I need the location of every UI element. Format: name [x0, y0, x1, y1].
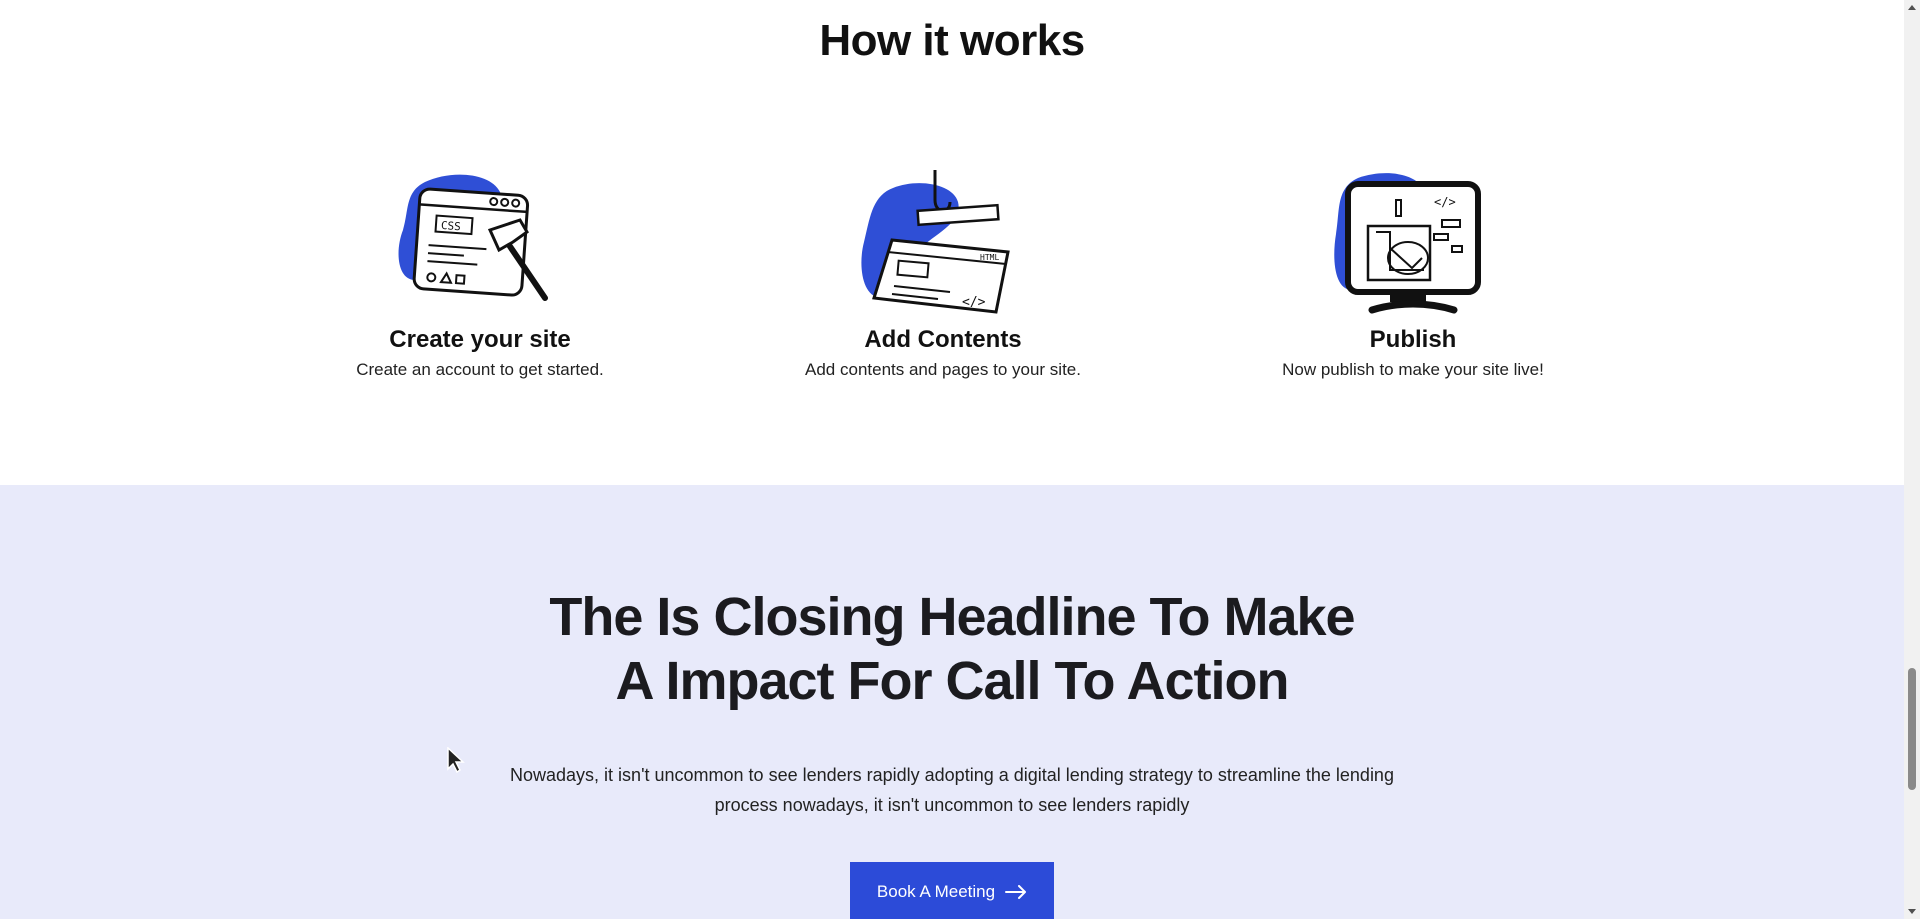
step-add-contents: HTML </> Add Contents Add contents and p…	[733, 170, 1153, 380]
step-description: Now publish to make your site live!	[1282, 360, 1544, 379]
code-tag-label: </>	[962, 295, 986, 310]
step-publish: </> Publish Now publish to make your sit…	[1203, 170, 1623, 380]
cta-section: The Is Closing Headline To Make A Impact…	[0, 485, 1904, 919]
mouse-cursor-icon	[447, 747, 465, 773]
vertical-scrollbar[interactable]	[1904, 0, 1920, 919]
step-title: Add Contents	[864, 326, 1022, 353]
monitor-publish-illustration: </>	[1334, 173, 1481, 314]
html-label: HTML	[980, 253, 999, 262]
cta-body-text: Nowadays, it isn't uncommon to see lende…	[510, 765, 1394, 815]
cta-headline-line-2: A Impact For Call To Action	[615, 651, 1289, 711]
step-create-site: CSS Create your site Create an account t…	[270, 170, 690, 380]
scrollbar-thumb[interactable]	[1908, 668, 1916, 790]
html-page-hook-illustration: HTML </>	[861, 170, 1010, 314]
how-it-works-title: How it works	[819, 16, 1085, 65]
code-tag-label: </>	[1434, 195, 1456, 209]
step-description: Create an account to get started.	[356, 360, 604, 379]
scroll-down-arrow-icon[interactable]	[1904, 903, 1920, 919]
cta-headline: The Is Closing Headline To Make A Impact…	[0, 585, 1904, 713]
cta-headline-line-1: The Is Closing Headline To Make	[549, 587, 1355, 647]
book-meeting-button[interactable]: Book A Meeting	[850, 862, 1054, 919]
how-it-works-section: How it works CSS Create your site Create…	[0, 0, 1904, 485]
browser-hammer-illustration: CSS	[398, 174, 548, 301]
step-description: Add contents and pages to your site.	[805, 360, 1081, 379]
step-title: Publish	[1369, 326, 1457, 353]
css-label: CSS	[440, 219, 461, 233]
book-meeting-label: Book A Meeting	[876, 882, 996, 901]
arrow-right-icon	[1005, 885, 1027, 899]
step-title: Create your site	[389, 326, 571, 353]
scroll-up-arrow-icon[interactable]	[1904, 0, 1920, 16]
page: How it works CSS Create your site Create…	[0, 0, 1904, 919]
